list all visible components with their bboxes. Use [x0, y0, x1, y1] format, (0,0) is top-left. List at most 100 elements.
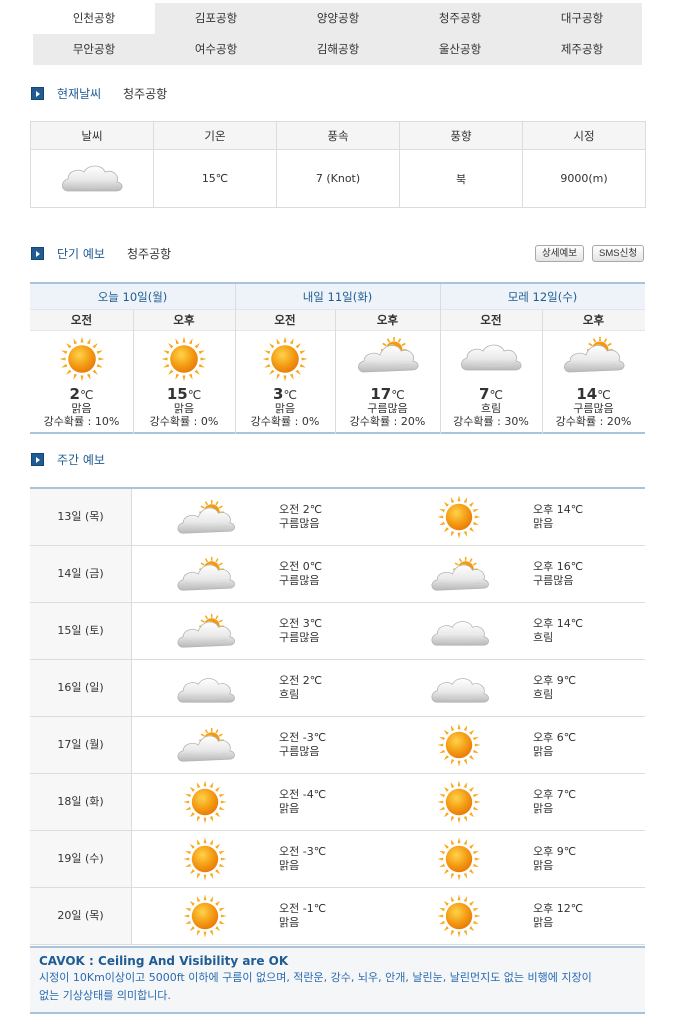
cavok-description: 시정이 10Km이상이고 5000ft 이하에 구름이 없으며, 적란운, 강수…: [39, 971, 592, 1002]
partly-cloudy-icon: [427, 556, 493, 597]
tab-gimpo[interactable]: 김포공항: [155, 3, 277, 34]
col-weather: 날씨: [30, 121, 154, 150]
am-temp: 오전 2℃: [279, 674, 323, 687]
table-row: 15℃ 7 (Knot) 북 9000(m): [30, 149, 646, 208]
tab-daegu[interactable]: 대구공항: [521, 3, 643, 34]
pm-temp: 오후 9℃: [533, 674, 577, 687]
sunny-icon: [183, 780, 227, 827]
am-condition: 흐림: [279, 688, 300, 701]
sunny-icon: [437, 780, 481, 827]
precip-probability: 강수확률 : 0%: [149, 415, 219, 428]
sunny-icon: [437, 894, 481, 941]
am-forecast: 오전 2℃ 흐림: [279, 674, 322, 702]
am-temp: 오전 3℃: [279, 617, 323, 630]
weekly-date: 16일 (일): [30, 660, 132, 716]
temp-value: 14: [576, 385, 598, 403]
sunny-icon: [262, 336, 308, 385]
temp-value: 17: [370, 385, 392, 403]
forecast-condition: 맑음: [173, 402, 195, 415]
temp-unit: ℃: [79, 388, 94, 402]
pm-temp: 오후 7℃: [533, 788, 577, 801]
pm-forecast: 오후 14℃ 맑음: [533, 503, 583, 531]
am-condition: 구름많음: [279, 745, 320, 758]
pm-temp: 오후 12℃: [533, 902, 584, 915]
short-airport-name: 청주공항: [127, 247, 172, 261]
pm-temp: 오후 16℃: [533, 560, 584, 573]
tab-muan[interactable]: 무안공항: [33, 34, 155, 65]
table-row: 20일 (목) 오전 -1℃ 맑음 오후 12℃ 맑음: [30, 888, 645, 945]
day-header-tomorrow: 내일 11일(화): [235, 284, 440, 310]
table-row: 16일 (일) 오전 2℃ 흐림 오후 9℃ 흐림: [30, 660, 645, 717]
forecast-condition: 맑음: [71, 402, 92, 415]
weekly-date: 13일 (목): [30, 489, 132, 545]
tab-incheon[interactable]: 인천공항: [33, 3, 155, 34]
period-label: 오전: [440, 310, 542, 331]
forecast-cell: 3℃ 맑음 강수확률 : 0%: [235, 331, 335, 432]
col-temp: 기온: [153, 121, 277, 150]
table-row: 19일 (수) 오전 -3℃ 맑음 오후 9℃ 맑음: [30, 831, 645, 888]
table-row: 17일 (월) 오전 -3℃ 구름많음 오후 6℃ 맑음: [30, 717, 645, 774]
current-airport-name: 청주공항: [123, 87, 168, 101]
column-divider: [335, 310, 336, 434]
temp-value: 7: [479, 385, 490, 403]
current-weather-table: 날씨 기온 풍속 풍향 시정 15℃ 7 (Knot) 북 9000(m): [30, 121, 646, 208]
temp-unit: ℃: [187, 388, 202, 402]
current-wind-dir: 북: [399, 149, 523, 208]
sms-apply-button[interactable]: SMS신청: [592, 245, 645, 262]
tab-ulsan[interactable]: 울산공항: [399, 34, 521, 65]
partly-cloudy-icon: [173, 499, 239, 540]
cavok-note: CAVOK : Ceiling And Visibility are OK 시정…: [30, 946, 645, 1014]
am-condition: 구름많음: [279, 517, 320, 530]
col-wind-speed: 풍속: [276, 121, 400, 150]
weekly-date: 17일 (월): [30, 717, 132, 773]
weekly-forecast-header: 주간 예보: [31, 451, 331, 469]
partly-cloudy-icon: [560, 336, 628, 379]
cloudy-icon: [457, 336, 525, 379]
forecast-temp: 3℃: [235, 386, 335, 403]
period-label: 오후: [542, 310, 645, 331]
pm-forecast: 오후 16℃ 구름많음: [533, 560, 583, 588]
current-weather-cell: [30, 149, 154, 208]
short-forecast-header: 단기 예보 청주공항: [31, 245, 331, 263]
forecast-cell: 15℃ 맑음 강수확률 : 0%: [133, 331, 235, 432]
detail-forecast-button[interactable]: 상세예보: [535, 245, 584, 262]
temp-value: 2: [69, 385, 80, 403]
sunny-icon: [161, 336, 207, 385]
pm-condition: 흐림: [533, 631, 554, 644]
am-condition: 맑음: [279, 859, 300, 872]
pm-condition: 맑음: [533, 517, 554, 530]
period-label: 오후: [335, 310, 440, 331]
weekly-date: 18일 (화): [30, 774, 132, 830]
weekly-date: 20일 (목): [30, 888, 132, 944]
cavok-title: CAVOK : Ceiling And Visibility are OK: [39, 954, 289, 968]
short-forecast-table: 오늘 10일(월) 내일 11일(화) 모레 12일(수) 오전 2℃ 맑음 강수확률…: [30, 282, 645, 434]
current-wind-speed: 7 (Knot): [276, 149, 400, 208]
tab-jeju[interactable]: 제주공항: [521, 34, 643, 65]
weekly-forecast-table: 13일 (목) 오전 2℃ 구름많음 오후 14℃ 맑음 14일 (금) 오전 0℃ 구름많음…: [30, 487, 645, 945]
am-temp: 오전 -1℃: [279, 902, 327, 915]
tab-gimhae[interactable]: 김해공항: [277, 34, 399, 65]
sunny-icon: [59, 336, 105, 385]
partly-cloudy-icon: [354, 336, 422, 379]
col-wind-dir: 풍향: [399, 121, 523, 150]
pm-forecast: 오후 9℃ 맑음: [533, 845, 576, 873]
am-temp: 오전 2℃: [279, 503, 323, 516]
day-header-day-after: 모레 12일(수): [440, 284, 645, 310]
am-condition: 구름많음: [279, 574, 320, 587]
col-visibility: 시정: [522, 121, 646, 150]
weekly-date: 15일 (토): [30, 603, 132, 659]
forecast-temp: 2℃: [30, 386, 133, 403]
sunny-icon: [183, 837, 227, 884]
forecast-cell: 7℃ 흐림 강수확률 : 30%: [440, 331, 542, 432]
tab-yeosu[interactable]: 여수공항: [155, 34, 277, 65]
cloudy-icon: [173, 670, 239, 711]
pm-temp: 오후 9℃: [533, 845, 577, 858]
am-condition: 맑음: [279, 802, 300, 815]
am-forecast: 오전 -3℃ 구름많음: [279, 731, 326, 759]
airport-tabs: 인천공항 김포공항 양양공항 청주공항 대구공항 무안공항 여수공항 김해공항 …: [33, 3, 642, 65]
tab-cheongju[interactable]: 청주공항: [399, 3, 521, 34]
tab-yangyang[interactable]: 양양공항: [277, 3, 399, 34]
precip-probability: 강수확률 : 10%: [43, 415, 120, 428]
am-temp: 오전 -4℃: [279, 788, 327, 801]
precip-probability: 강수확률 : 0%: [250, 415, 320, 428]
